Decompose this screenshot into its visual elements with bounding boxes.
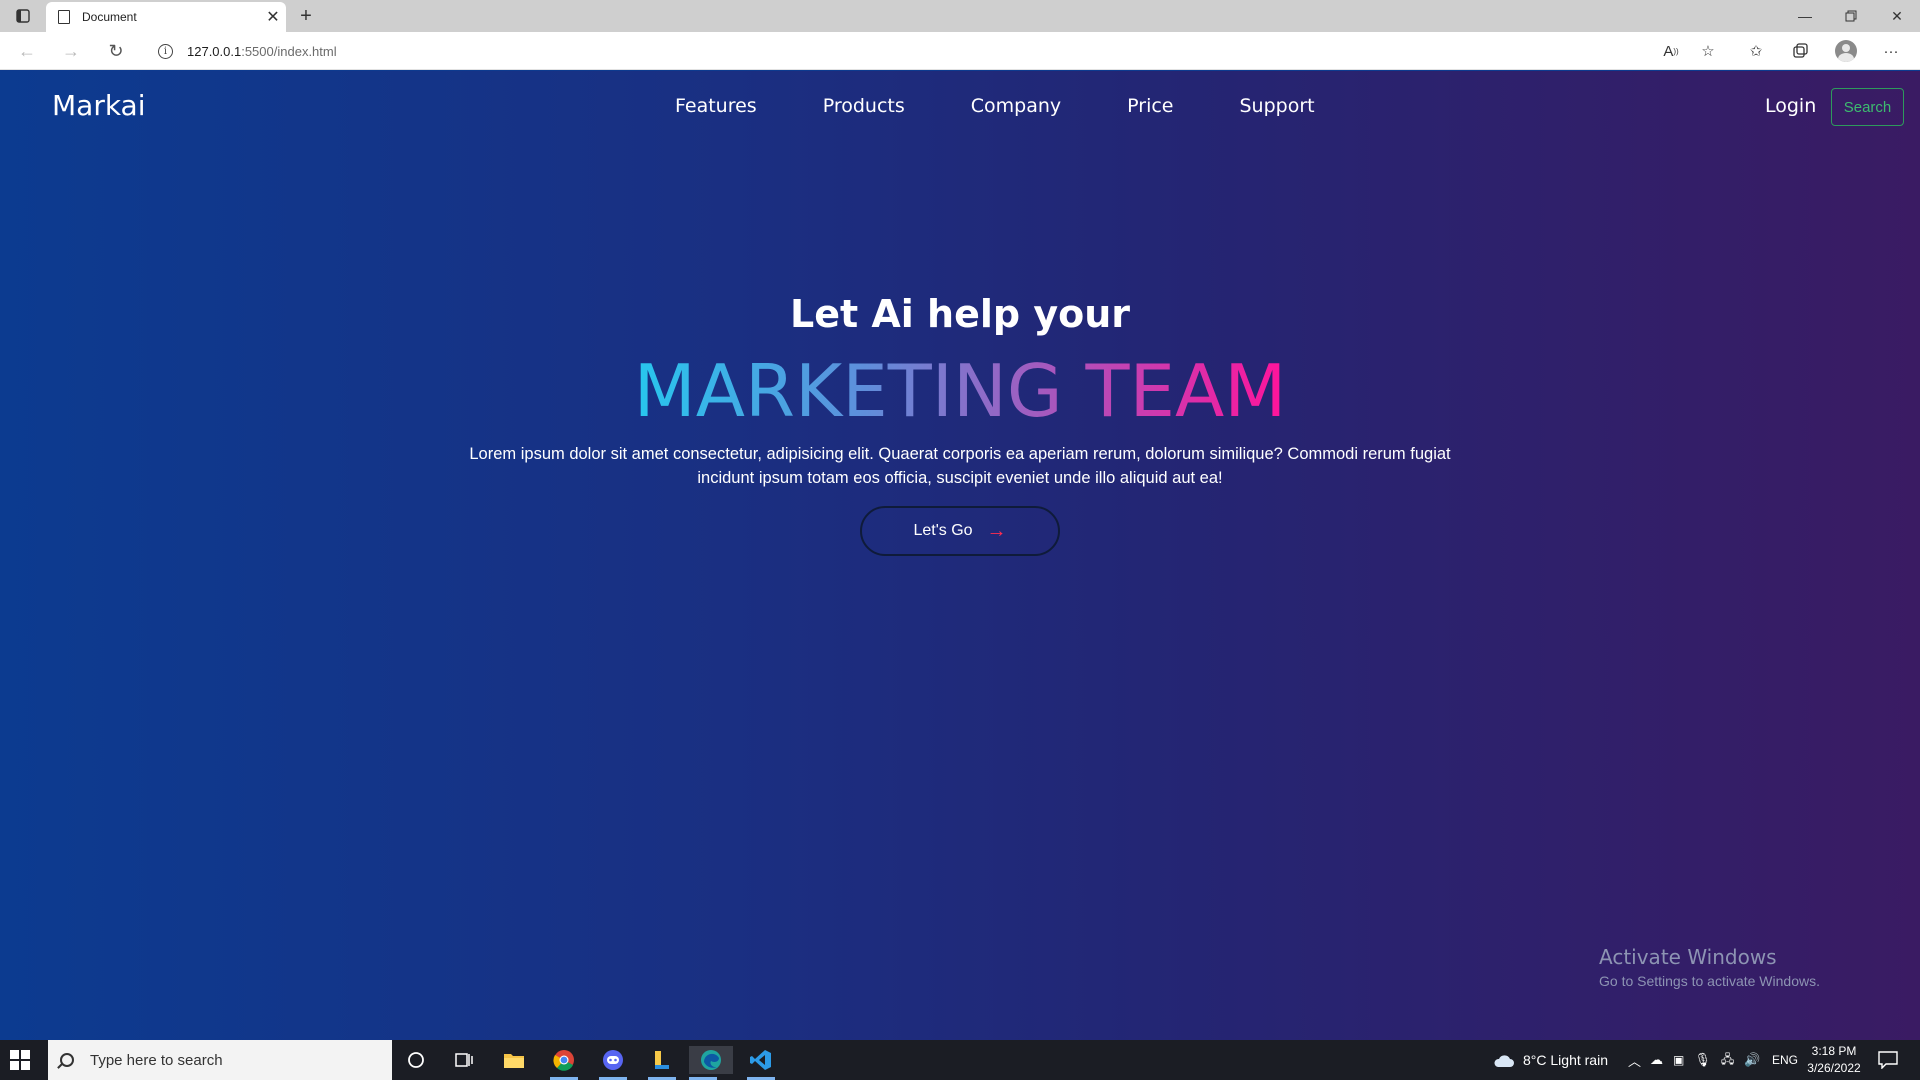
page-viewport: Markai Features Products Company Price S…	[0, 71, 1920, 1040]
cortana-icon[interactable]	[402, 1046, 430, 1074]
lets-go-button[interactable]: Let's Go →	[860, 506, 1060, 556]
cta-label: Let's Go	[913, 522, 973, 539]
tray-icons: ☁ ▣ 🎙 🖧 🔊	[1650, 1040, 1760, 1080]
url-text: 127.0.0.1:5500/index.html	[187, 43, 337, 59]
nav-link-products[interactable]: Products	[823, 95, 905, 117]
windows-taskbar: Type here to search 8°C Light rain ︿ ☁ ▣…	[0, 1040, 1920, 1080]
nav-link-support[interactable]: Support	[1240, 95, 1315, 117]
site-navbar: Markai Features Products Company Price S…	[0, 71, 1920, 145]
url-field[interactable]: i 127.0.0.1:5500/index.html	[146, 37, 1726, 65]
device-icon[interactable]: ▣	[1673, 1053, 1684, 1067]
login-link[interactable]: Login	[1765, 95, 1816, 117]
discord-icon[interactable]	[599, 1046, 627, 1080]
add-favorite-icon[interactable]: ☆	[1693, 38, 1723, 64]
clock[interactable]: 3:18 PM 3/26/2022	[1804, 1043, 1864, 1077]
plus-icon[interactable]: +	[294, 4, 318, 28]
nav-link-features[interactable]: Features	[675, 95, 757, 117]
chevron-up-icon[interactable]: ︿	[1628, 1040, 1641, 1080]
hero-headline: MARKETING TEAM	[633, 349, 1287, 433]
taskbar-search-box[interactable]: Type here to search	[48, 1040, 392, 1080]
tab-actions-icon[interactable]	[10, 6, 36, 26]
notification-icon[interactable]	[1876, 1048, 1900, 1072]
search-button[interactable]: Search	[1831, 88, 1904, 126]
hero-paragraph: Lorem ipsum dolor sit amet consectetur, …	[469, 445, 1451, 487]
weather-icon	[1494, 1055, 1514, 1067]
arrow-right-icon: →	[986, 520, 1007, 542]
address-bar: ← → ↻ i 127.0.0.1:5500/index.html A)) ☆ …	[0, 32, 1920, 70]
more-icon[interactable]: ···	[1876, 38, 1906, 64]
file-explorer-icon[interactable]	[500, 1046, 528, 1074]
tab-title: Document	[82, 10, 137, 24]
nav-link-company[interactable]: Company	[971, 95, 1061, 117]
minimize-icon[interactable]: —	[1782, 0, 1828, 32]
vscode-icon[interactable]	[747, 1046, 775, 1080]
sticky-app-icon[interactable]	[648, 1046, 676, 1080]
close-icon[interactable]: ✕	[260, 6, 286, 28]
info-icon[interactable]: i	[158, 43, 173, 59]
edge-icon[interactable]	[689, 1046, 733, 1080]
window-close-icon[interactable]: ✕	[1874, 0, 1920, 32]
favorites-icon[interactable]: ✩	[1741, 38, 1771, 64]
network-icon[interactable]: 🖧	[1721, 1050, 1734, 1071]
language-indicator[interactable]: ENG	[1772, 1040, 1798, 1080]
read-aloud-icon[interactable]: A))	[1656, 38, 1686, 64]
onedrive-icon[interactable]: ☁	[1650, 1052, 1663, 1068]
forward-icon[interactable]: →	[56, 38, 86, 64]
microphone-icon[interactable]: 🎙	[1694, 1052, 1711, 1068]
collections-icon[interactable]	[1785, 38, 1815, 64]
browser-tab-strip: Document ✕ + — ✕	[0, 0, 1920, 32]
profile-icon[interactable]	[1831, 38, 1861, 64]
brand-logo[interactable]: Markai	[52, 89, 146, 122]
weather-widget[interactable]: 8°C Light rain	[1493, 1040, 1608, 1080]
nav-link-price[interactable]: Price	[1127, 95, 1173, 117]
hero-heading: Let Ai help your	[790, 292, 1130, 336]
refresh-icon[interactable]: ↻	[101, 38, 131, 64]
search-icon	[60, 1053, 74, 1067]
back-icon[interactable]: ←	[12, 38, 42, 64]
document-icon	[58, 10, 70, 24]
windows-icon[interactable]	[10, 1050, 30, 1070]
restore-icon[interactable]	[1828, 0, 1874, 32]
volume-icon[interactable]: 🔊	[1744, 1052, 1760, 1068]
browser-tab[interactable]: Document ✕	[46, 2, 286, 32]
task-view-icon[interactable]	[450, 1046, 478, 1074]
chrome-icon[interactable]	[550, 1046, 578, 1080]
activate-windows-watermark: Activate Windows Go to Settings to activ…	[1599, 945, 1820, 989]
main-menu: Features Products Company Price Support	[675, 95, 1315, 117]
